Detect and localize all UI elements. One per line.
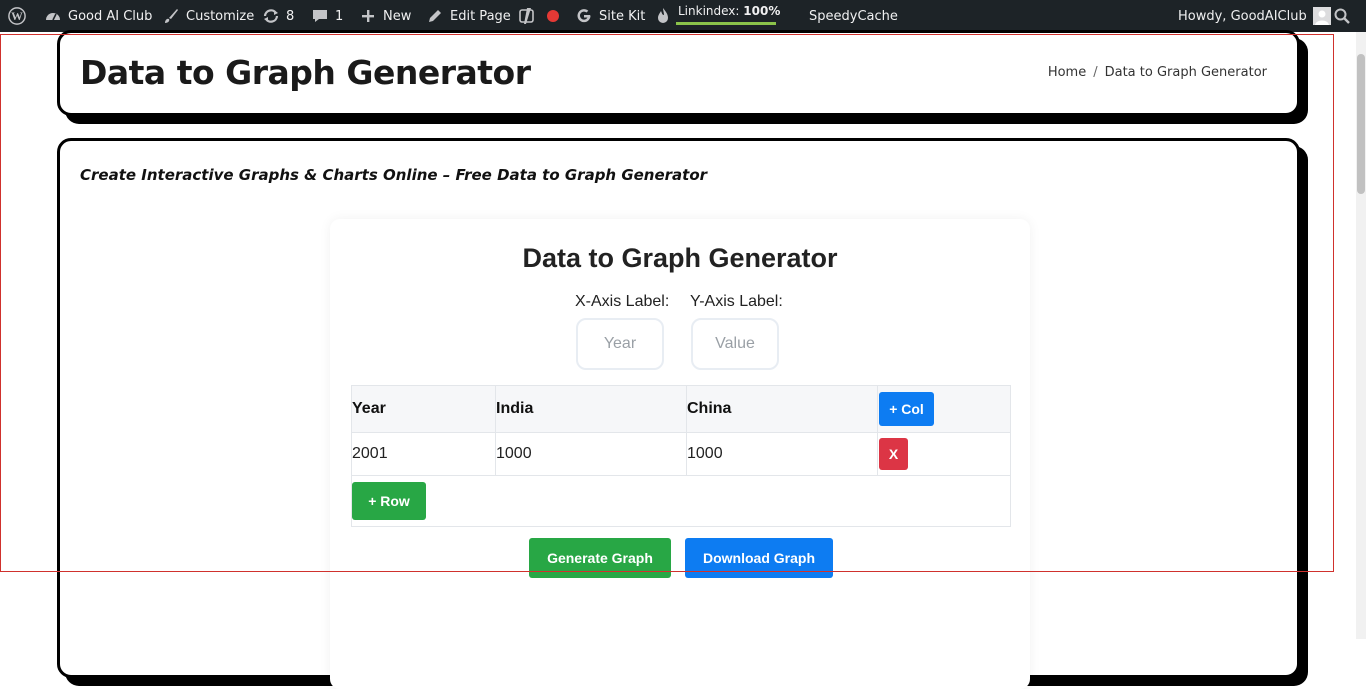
search-icon[interactable] xyxy=(1333,0,1351,32)
tool-title: Data to Graph Generator xyxy=(522,243,838,273)
breadcrumb: Home / Data to Graph Generator xyxy=(1048,65,1267,80)
dashboard-gauge-icon xyxy=(44,7,62,25)
table-row: 2001 1000 1000 X xyxy=(351,432,1011,476)
speedycache-label: SpeedyCache xyxy=(809,8,898,24)
add-row-button[interactable]: + Row xyxy=(352,482,426,520)
linkindex-label: Linkindex: xyxy=(678,4,740,18)
column-header[interactable]: Year xyxy=(351,385,496,433)
admin-bar: W Good AI Club Customize 8 1 New Edit Pa… xyxy=(0,0,1366,32)
admin-bar-linkindex[interactable]: Linkindex: 100% xyxy=(654,0,780,32)
admin-bar-customize[interactable]: Customize xyxy=(162,0,254,32)
site-kit-label: Site Kit xyxy=(599,8,646,24)
scrollbar-thumb[interactable] xyxy=(1357,54,1365,194)
yoast-seo-icon[interactable] xyxy=(519,0,537,32)
linkindex-progress-bar xyxy=(676,22,776,25)
page-tagline: Create Interactive Graphs & Charts Onlin… xyxy=(80,166,708,184)
add-row-container: + Row xyxy=(351,475,1011,527)
breadcrumb-current: Data to Graph Generator xyxy=(1104,65,1267,80)
edit-page-label: Edit Page xyxy=(450,8,511,24)
flame-icon xyxy=(654,7,672,25)
wordpress-logo-icon[interactable]: W xyxy=(8,0,26,32)
admin-bar-edit-page[interactable]: Edit Page xyxy=(426,0,511,32)
updates-count: 8 xyxy=(286,8,295,24)
customize-label: Customize xyxy=(186,8,255,24)
admin-bar-speedycache[interactable]: SpeedyCache xyxy=(809,0,898,32)
linkindex-value: 100% xyxy=(743,4,781,18)
admin-bar-site-name[interactable]: Good AI Club xyxy=(44,0,152,32)
admin-bar-updates[interactable]: 8 xyxy=(262,0,294,32)
site-name-label: Good AI Club xyxy=(68,8,153,24)
y-axis-label: Y-Axis Label: xyxy=(690,293,783,310)
recording-status-icon xyxy=(547,0,559,32)
updates-refresh-icon xyxy=(262,7,280,25)
column-header[interactable]: China xyxy=(686,385,878,433)
content-card: Create Interactive Graphs & Charts Onlin… xyxy=(57,138,1300,689)
google-g-icon xyxy=(575,7,593,25)
comment-bubble-icon xyxy=(311,7,329,25)
x-axis-label: X-Axis Label: xyxy=(575,293,670,310)
x-axis-input[interactable] xyxy=(576,318,664,370)
plus-icon xyxy=(359,7,377,25)
table-cell[interactable]: 2001 xyxy=(351,432,496,476)
avatar xyxy=(1312,7,1331,25)
y-axis-input[interactable] xyxy=(691,318,779,370)
download-graph-button[interactable]: Download Graph xyxy=(685,538,833,578)
svg-text:W: W xyxy=(11,10,23,23)
table-cell[interactable]: 1000 xyxy=(495,432,687,476)
table-cell[interactable]: 1000 xyxy=(686,432,878,476)
admin-bar-account[interactable]: Howdy, GoodAIClub xyxy=(1178,0,1331,32)
admin-bar-new[interactable]: New xyxy=(359,0,411,32)
data-table: Year India China + Col 2001 1000 1000 X … xyxy=(351,385,1011,527)
page-header: Data to Graph Generator Home / Data to Gra… xyxy=(57,30,1300,116)
column-header[interactable]: India xyxy=(495,385,687,433)
paintbrush-icon xyxy=(162,7,180,25)
breadcrumb-home-link[interactable]: Home xyxy=(1048,65,1086,80)
new-label: New xyxy=(383,8,412,24)
add-column-button[interactable]: + Col xyxy=(879,392,934,426)
breadcrumb-separator: / xyxy=(1093,65,1098,80)
admin-bar-comments[interactable]: 1 xyxy=(311,0,343,32)
admin-bar-site-kit[interactable]: Site Kit xyxy=(575,0,645,32)
table-header-row: Year India China + Col xyxy=(351,385,1011,433)
delete-row-button[interactable]: X xyxy=(879,438,908,470)
comments-count: 1 xyxy=(335,8,344,24)
graph-generator-panel: Data to Graph Generator X-Axis Label: Y-… xyxy=(330,219,1030,689)
pencil-icon xyxy=(426,7,444,25)
howdy-label: Howdy, GoodAIClub xyxy=(1178,8,1307,24)
page-title: Data to Graph Generator xyxy=(80,53,531,92)
generate-graph-button[interactable]: Generate Graph xyxy=(529,538,671,578)
